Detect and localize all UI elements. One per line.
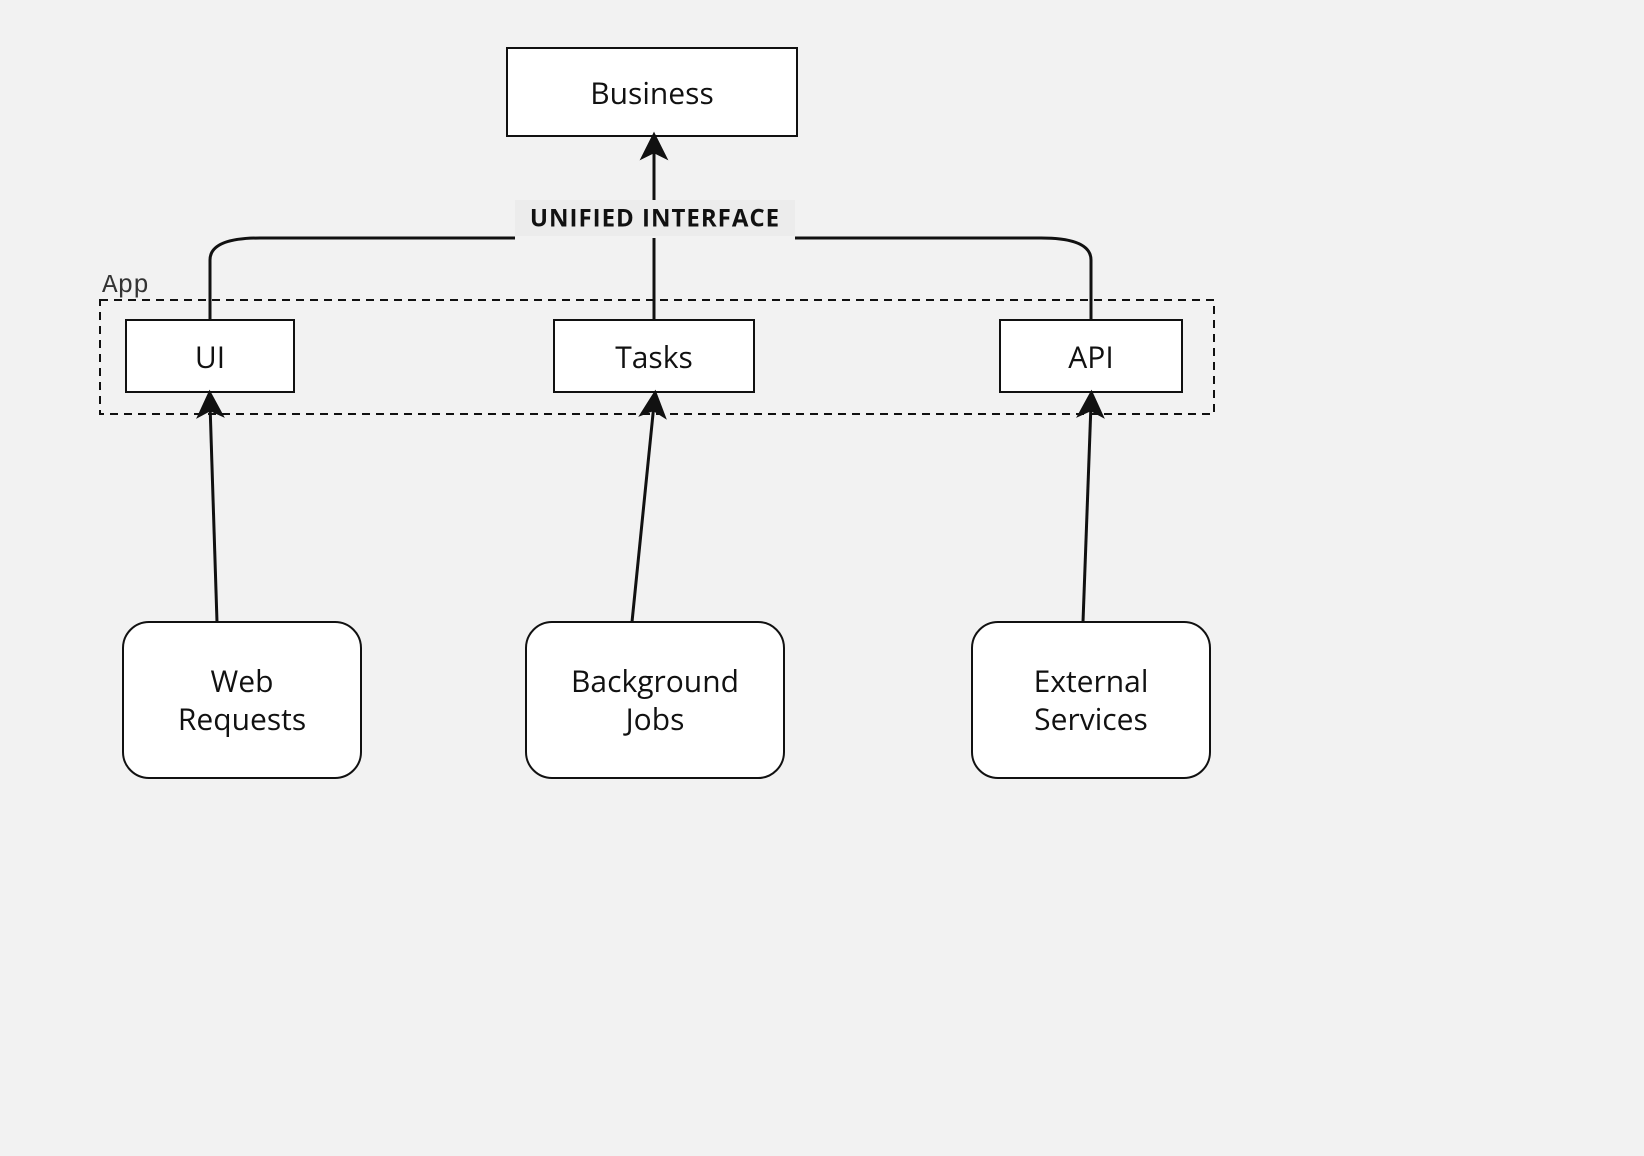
source-jobs-line1: Background: [571, 660, 739, 701]
arrow-ext-api: [1083, 404, 1091, 622]
source-ext-line2: Services: [1034, 698, 1148, 739]
arrow-web-ui: [210, 404, 217, 622]
connector-api-business: [795, 238, 1091, 320]
app-box-tasks: Tasks: [554, 320, 754, 392]
architecture-diagram: Business UNIFIED INTERFACE App UI Tasks …: [0, 0, 1644, 1156]
app-box-ui-label: UI: [195, 336, 225, 377]
app-box-api-label: API: [1068, 336, 1113, 377]
source-box-ext: External Services: [972, 622, 1210, 778]
app-container-label: App: [102, 270, 149, 300]
svg-text:UNIFIED INTERFACE: UNIFIED INTERFACE: [530, 201, 780, 234]
unified-interface-label: UNIFIED INTERFACE: [515, 200, 795, 236]
business-label: Business: [590, 72, 714, 113]
source-ext-line1: External: [1034, 660, 1149, 701]
app-box-api: API: [1000, 320, 1182, 392]
app-box-ui: UI: [126, 320, 294, 392]
app-box-tasks-label: Tasks: [615, 336, 693, 377]
arrow-jobs-tasks: [632, 404, 654, 622]
source-web-line1: Web: [211, 660, 274, 701]
source-web-line2: Requests: [178, 698, 306, 739]
connector-ui-business: [210, 238, 515, 320]
source-box-jobs: Background Jobs: [526, 622, 784, 778]
business-box: Business: [507, 48, 797, 136]
source-box-web: Web Requests: [123, 622, 361, 778]
source-jobs-line2: Jobs: [623, 698, 685, 739]
